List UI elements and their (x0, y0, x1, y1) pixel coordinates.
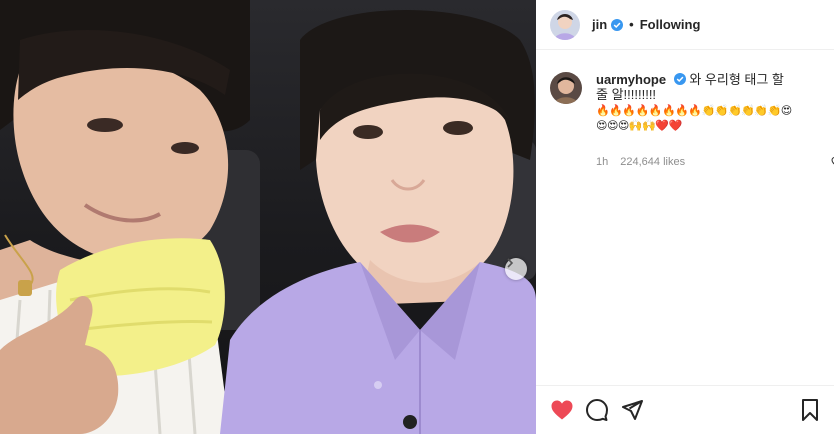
author-avatar[interactable] (550, 9, 580, 40)
commenter-avatar[interactable] (550, 72, 582, 104)
comment-body: uarmyhope 와 우리형 태그 할 줄 알!!!!!!!!! 🔥🔥🔥🔥🔥🔥… (596, 72, 796, 133)
separator-dot: • (629, 17, 634, 32)
selfie-illustration (0, 0, 536, 434)
verified-badge-icon (673, 73, 686, 85)
carousel-next-button[interactable] (505, 258, 527, 280)
author-username[interactable]: jin (592, 17, 607, 32)
post-photo[interactable] (0, 0, 536, 434)
comment-item: uarmyhope 와 우리형 태그 할 줄 알!!!!!!!!! 🔥🔥🔥🔥🔥🔥… (550, 72, 834, 165)
chevron-right-icon (507, 258, 514, 268)
commenter-username[interactable]: uarmyhope (596, 72, 666, 87)
post-header: jin • Following (536, 0, 834, 50)
like-button[interactable] (550, 398, 574, 422)
post-actions-bar (536, 385, 834, 434)
save-button[interactable] (798, 398, 822, 422)
bookmark-icon (802, 399, 818, 421)
comment-button[interactable] (585, 398, 609, 422)
heart-filled-icon (551, 400, 573, 420)
comment-emojis: 🔥🔥🔥🔥🔥🔥🔥🔥👏👏👏👏👏👏😍😍😍😍🙌🙌❤️❤️ (596, 104, 792, 132)
comment-time: 1h (596, 156, 609, 168)
following-button[interactable]: Following (640, 17, 701, 32)
verified-badge-icon (611, 18, 624, 31)
post-side-panel: jin • Following uarmyhope 와 우리형 태그 할 줄 알… (536, 0, 834, 434)
comment-meta: 1h 224,644 likes (596, 156, 685, 168)
paper-plane-icon (622, 400, 643, 420)
share-button[interactable] (620, 398, 644, 422)
comment-likes-count[interactable]: 224,644 likes (620, 156, 685, 168)
comment-bubble-icon (586, 399, 608, 421)
